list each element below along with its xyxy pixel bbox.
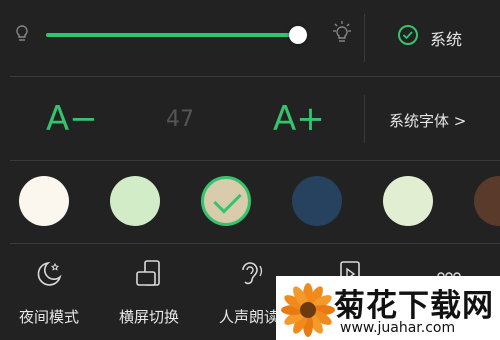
- night-mode-label: 夜间模式: [18, 308, 79, 326]
- brightness-row: 系统: [0, 0, 500, 76]
- vertical-divider: [364, 95, 365, 143]
- night-mode-button[interactable]: 夜间模式: [4, 258, 94, 327]
- system-brightness-checkbox[interactable]: [398, 25, 418, 45]
- check-icon: [213, 185, 242, 214]
- check-icon: [402, 31, 413, 40]
- brightness-slider-fill: [46, 33, 298, 37]
- rotate-screen-label: 横屏切换: [118, 308, 179, 326]
- brightness-low-icon: [16, 25, 28, 41]
- moon-icon: [37, 261, 62, 286]
- ear-icon: [242, 262, 263, 285]
- font-increase-button[interactable]: A+: [273, 99, 325, 139]
- theme-swatch[interactable]: [201, 176, 251, 226]
- font-size-value: 47: [166, 107, 194, 132]
- watermark-url: www.juahar.com: [340, 320, 456, 336]
- vertical-divider: [364, 14, 365, 62]
- font-size-row: A− 47 A+ 系统字体 >: [0, 77, 500, 160]
- theme-swatch[interactable]: [19, 176, 69, 226]
- theme-swatches: [0, 160, 500, 244]
- watermark-title: 菊花下载网: [334, 288, 494, 324]
- rotate-screen-button[interactable]: 横屏切换: [104, 258, 194, 327]
- flower-logo-icon: [281, 283, 335, 337]
- system-brightness-label: 系统: [430, 30, 463, 49]
- system-font-link[interactable]: 系统字体 >: [389, 110, 466, 131]
- theme-swatch[interactable]: [110, 176, 160, 226]
- brightness-high-icon: [333, 21, 351, 42]
- watermark: 菊花下载网 www.juahar.com: [276, 276, 500, 340]
- rotate-screen-icon: [136, 260, 160, 286]
- brightness-slider-thumb[interactable]: [288, 26, 307, 44]
- theme-swatch[interactable]: [474, 176, 500, 226]
- theme-swatch[interactable]: [292, 176, 342, 226]
- theme-swatch[interactable]: [383, 176, 433, 226]
- font-decrease-button[interactable]: A−: [46, 99, 98, 139]
- brightness-slider[interactable]: [46, 26, 308, 44]
